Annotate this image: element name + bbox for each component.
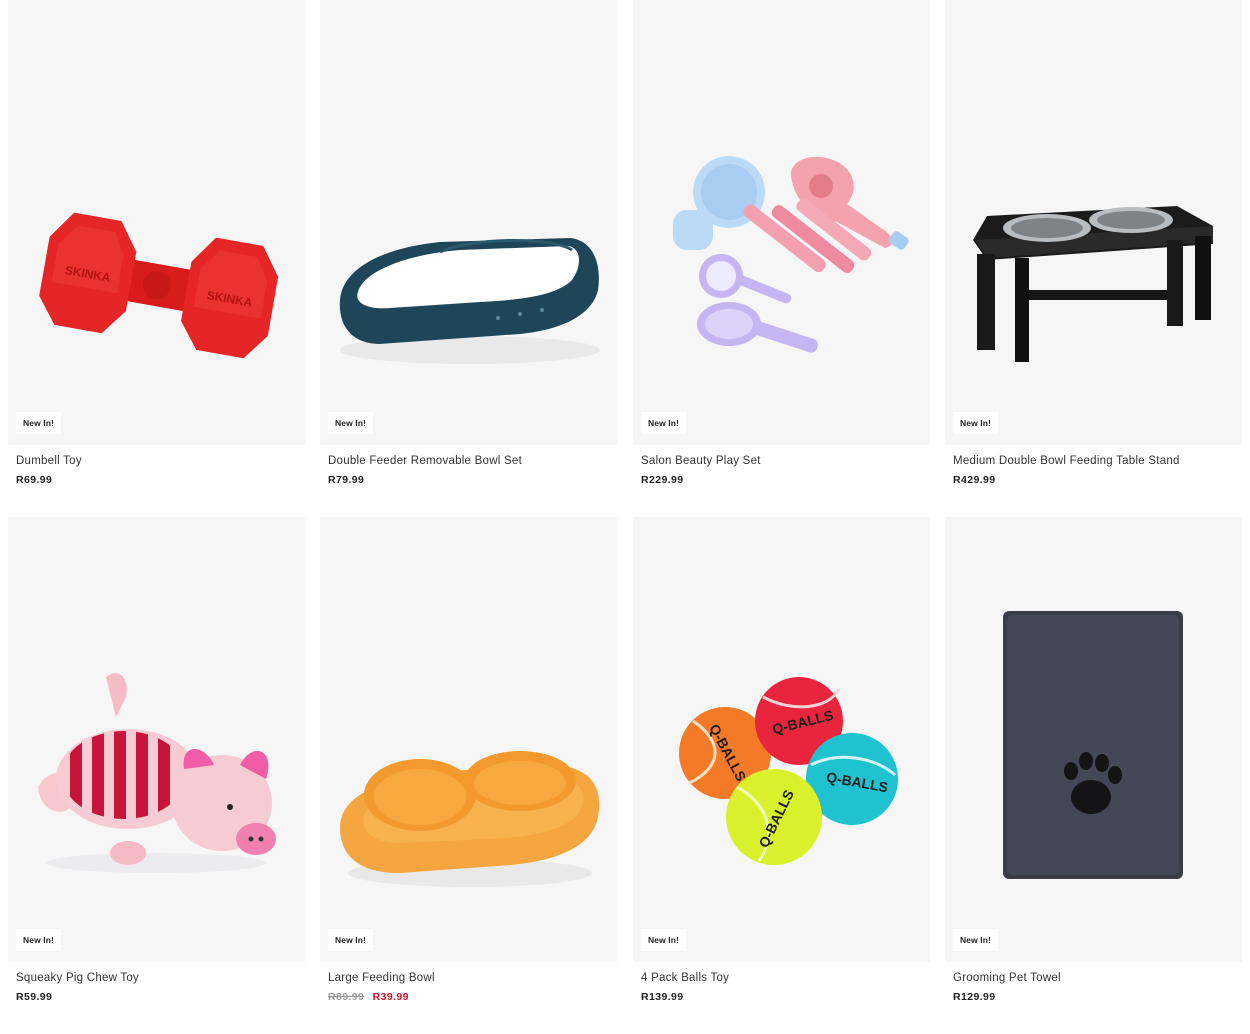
product-image[interactable]: New In! bbox=[633, 0, 930, 445]
product-card[interactable]: New In! Large Feeding Bowl R89.99 R39.99 bbox=[320, 517, 617, 1003]
product-original-price: R89.99 bbox=[328, 991, 365, 1003]
product-price: R69.99 bbox=[16, 474, 53, 486]
pig-toy-image bbox=[38, 673, 276, 873]
product-name[interactable]: Squeaky Pig Chew Toy bbox=[16, 971, 297, 991]
product-price: R59.99 bbox=[16, 991, 53, 1003]
product-card[interactable]: New In! Squeaky Pig Chew Toy R59.99 bbox=[8, 517, 305, 1003]
new-in-badge: New In! bbox=[641, 412, 686, 434]
new-in-badge: New In! bbox=[16, 412, 61, 434]
product-image[interactable]: New In! bbox=[945, 0, 1242, 445]
product-card[interactable]: New In! Medium Double Bowl Feeding Table… bbox=[945, 0, 1242, 486]
product-price: R429.99 bbox=[953, 474, 996, 486]
product-image[interactable]: SKINKA SKINKA New In! bbox=[8, 0, 305, 445]
product-image[interactable]: New In! bbox=[8, 517, 305, 962]
new-in-badge: New In! bbox=[16, 929, 61, 951]
salon-play-set-image bbox=[673, 156, 909, 353]
product-name[interactable]: Grooming Pet Towel bbox=[953, 971, 1234, 991]
product-image[interactable]: New In! bbox=[320, 0, 617, 445]
new-in-badge: New In! bbox=[953, 412, 998, 434]
product-name[interactable]: Double Feeder Removable Bowl Set bbox=[328, 454, 609, 474]
new-in-badge: New In! bbox=[328, 929, 373, 951]
product-price: R139.99 bbox=[641, 991, 684, 1003]
balls-toy-image: Q-BALLS Q-BALLS Q-BALLS Q-BALLS bbox=[679, 677, 898, 865]
product-price: R129.99 bbox=[953, 991, 996, 1003]
product-sale-price: R39.99 bbox=[372, 991, 409, 1003]
product-card[interactable]: New In! Salon Beauty Play Set R229.99 bbox=[633, 0, 930, 486]
new-in-badge: New In! bbox=[641, 929, 686, 951]
new-in-badge: New In! bbox=[953, 929, 998, 951]
product-name[interactable]: Salon Beauty Play Set bbox=[641, 454, 922, 474]
dumbbell-toy-image: SKINKA SKINKA bbox=[39, 212, 279, 359]
new-in-badge: New In! bbox=[328, 412, 373, 434]
feeding-bowl-image bbox=[340, 751, 600, 887]
product-card[interactable]: New In! Double Feeder Removable Bowl Set… bbox=[320, 0, 617, 486]
product-name[interactable]: Large Feeding Bowl bbox=[328, 971, 609, 991]
product-image[interactable]: New In! bbox=[945, 517, 1242, 962]
pet-towel-image bbox=[1003, 611, 1183, 879]
product-name[interactable]: Dumbell Toy bbox=[16, 454, 297, 474]
product-name[interactable]: 4 Pack Balls Toy bbox=[641, 971, 922, 991]
product-card[interactable]: New In! Grooming Pet Towel R129.99 bbox=[945, 517, 1242, 1003]
feeding-stand-image bbox=[973, 206, 1213, 362]
product-image[interactable]: Q-BALLS Q-BALLS Q-BALLS Q-BALLS New In! bbox=[633, 517, 930, 962]
product-card[interactable]: SKINKA SKINKA New In! Dumbell Toy R69.99 bbox=[8, 0, 305, 486]
product-card[interactable]: Q-BALLS Q-BALLS Q-BALLS Q-BALLS New In! … bbox=[633, 517, 930, 1003]
product-price: R79.99 bbox=[328, 474, 365, 486]
product-price: R229.99 bbox=[641, 474, 684, 486]
double-feeder-image bbox=[339, 238, 600, 364]
product-name[interactable]: Medium Double Bowl Feeding Table Stand bbox=[953, 454, 1234, 474]
product-image[interactable]: New In! bbox=[320, 517, 617, 962]
